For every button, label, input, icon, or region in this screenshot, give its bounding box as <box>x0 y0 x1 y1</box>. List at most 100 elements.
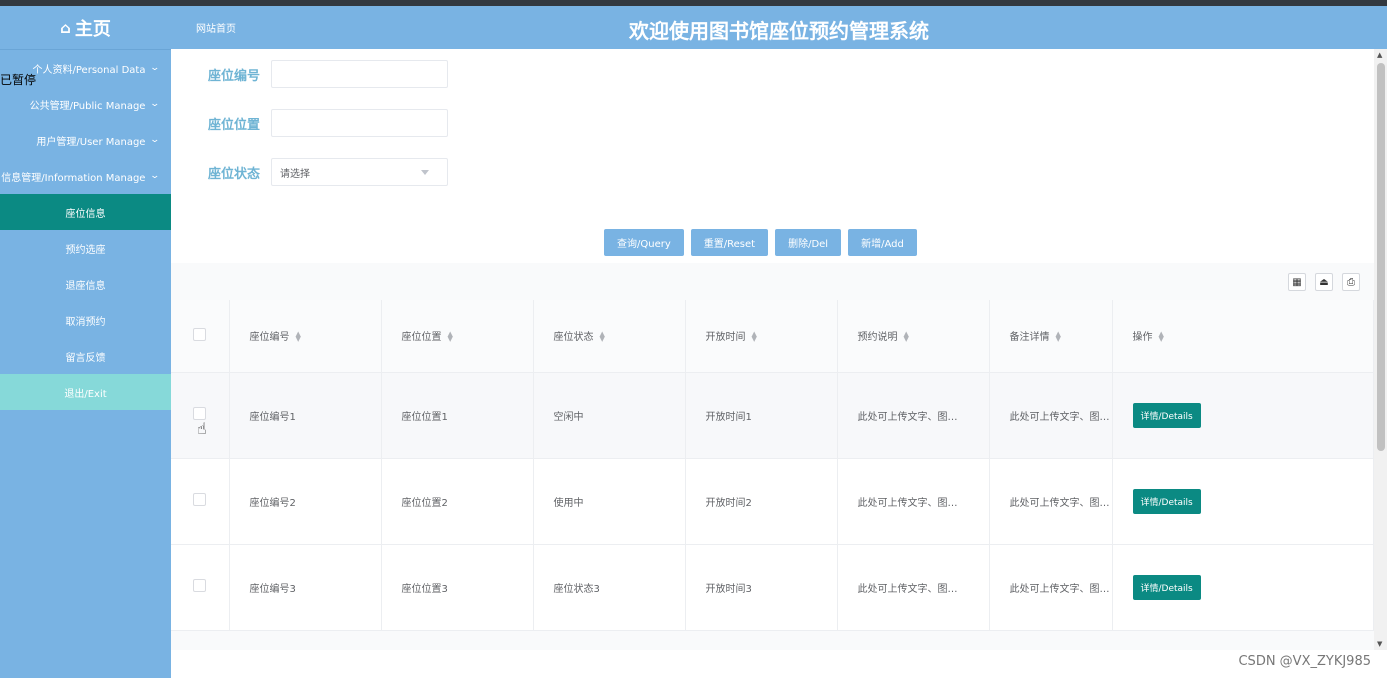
mouse-cursor-icon: ☝ <box>197 419 207 438</box>
row-checkbox[interactable] <box>193 493 206 506</box>
sidebar-item-reserve-seat[interactable]: 预约选座 <box>0 230 171 266</box>
vertical-scrollbar[interactable]: ▲ ▼ <box>1374 49 1387 650</box>
col-header-notes[interactable]: 备注详情 ▲ ▼ <box>989 300 1113 373</box>
select-all-checkbox[interactable] <box>193 327 206 341</box>
cell-ops: 详情/Details <box>1112 458 1374 545</box>
table-row[interactable]: 座位编号2 座位位置2 使用中 开放时间2 此处可上传文字、图… 此处可上传文字… <box>171 458 1374 545</box>
sidebar-home[interactable]: ⌂ 主页 <box>0 6 171 50</box>
sidebar-item-cancel-reservation[interactable]: 取消预约 <box>0 302 171 338</box>
seat-status-select[interactable]: 请选择 <box>271 158 448 186</box>
column-label: 座位位置 <box>401 332 442 344</box>
sidebar-item-exit[interactable]: 退出/Exit <box>0 374 171 410</box>
sort-icon[interactable]: ▲ ▼ <box>752 331 757 343</box>
cell-seat-status: 空闲中 <box>533 372 686 459</box>
sort-icon[interactable]: ▲ ▼ <box>296 331 301 343</box>
cell-seat-pos: 座位位置3 <box>381 544 534 631</box>
cell-open-time: 开放时间1 <box>685 372 838 459</box>
col-header-description[interactable]: 预约说明 ▲ ▼ <box>837 300 990 373</box>
query-button[interactable]: 查询/Query <box>604 229 684 256</box>
table-row[interactable]: 座位编号3 座位位置3 座位状态3 开放时间3 此处可上传文字、图… 此处可上传… <box>171 544 1374 631</box>
sort-icon[interactable]: ▲ ▼ <box>600 331 605 343</box>
details-button[interactable]: 详情/Details <box>1132 402 1201 428</box>
cell-seat-no: 座位编号3 <box>229 544 382 631</box>
reset-button[interactable]: 重置/Reset <box>690 229 769 256</box>
search-row-seat-status: 座位状态 请选择 <box>208 158 448 186</box>
menu-group-user[interactable]: 用户管理/User Manage ⌄ <box>0 122 171 158</box>
column-label: 预约说明 <box>857 332 898 344</box>
cell-description: 此处可上传文字、图… <box>837 544 990 631</box>
cell-notes: 此处可上传文字、图… <box>989 544 1113 631</box>
seat-no-label: 座位编号 <box>208 68 261 84</box>
chevron-down-icon: ⌄ <box>149 63 161 73</box>
cell-open-time: 开放时间3 <box>685 544 838 631</box>
scroll-thumb[interactable] <box>1377 63 1385 451</box>
col-header-ops[interactable]: 操作 ▲ ▼ <box>1112 300 1374 373</box>
sidebar-item-seat-info[interactable]: 座位信息 <box>0 194 171 230</box>
seat-table: 座位编号 ▲ ▼ 座位位置 ▲ ▼ 座位状态 ▲ ▼ 开放时间 ▲ ▼ 预约说明 ▲ ▼ 备注详情 ▲… <box>171 300 1374 631</box>
cell-description: 此处可上传文字、图… <box>837 372 990 459</box>
column-label: 座位状态 <box>553 332 594 344</box>
seat-status-value: 请选择 <box>280 168 310 180</box>
column-label: 座位编号 <box>249 332 290 344</box>
page-title: 欢迎使用图书馆座位预约管理系统 <box>629 19 929 43</box>
sidebar-item-return-seat[interactable]: 退座信息 <box>0 266 171 302</box>
seat-no-input[interactable] <box>271 60 448 88</box>
seat-status-label: 座位状态 <box>208 166 261 182</box>
sort-icon[interactable]: ▲ ▼ <box>1159 331 1164 343</box>
chevron-down-icon: ⌄ <box>149 171 161 181</box>
table-area: ▦ ⏏ ⎙ 座位编号 ▲ ▼ 座位位置 ▲ ▼ 座位状态 ▲ ▼ 开放时间 ▲ ▼ 预约说明 ▲ ▼… <box>171 263 1374 650</box>
cell-notes: 此处可上传文字、图… <box>989 372 1113 459</box>
table-row[interactable]: 座位编号1 座位位置1 空闲中 开放时间1 此处可上传文字、图… 此处可上传文字… <box>171 372 1374 459</box>
cell-open-time: 开放时间2 <box>685 458 838 545</box>
row-select-cell <box>171 544 230 631</box>
sort-icon[interactable]: ▲ ▼ <box>904 331 909 343</box>
delete-button[interactable]: 删除/Del <box>775 229 842 256</box>
columns-icon[interactable]: ▦ <box>1288 273 1306 291</box>
seat-pos-input[interactable] <box>271 109 448 137</box>
col-header-seat-status[interactable]: 座位状态 ▲ ▼ <box>533 300 686 373</box>
sort-icon[interactable]: ▲ ▼ <box>1056 331 1061 343</box>
action-bar: 查询/Query 重置/Reset 删除/Del 新增/Add <box>604 229 917 256</box>
print-icon[interactable]: ⎙ <box>1342 273 1360 291</box>
sidebar: ⌂ 主页 个人资料/Personal Data ⌄ 公共管理/Public Ma… <box>0 6 171 678</box>
sort-icon[interactable]: ▲ ▼ <box>448 331 453 343</box>
cell-ops: 详情/Details <box>1112 372 1374 459</box>
scroll-down-icon[interactable]: ▼ <box>1377 640 1382 648</box>
cell-ops: 详情/Details <box>1112 544 1374 631</box>
search-row-seat-no: 座位编号 <box>208 60 448 88</box>
row-checkbox[interactable] <box>193 579 206 592</box>
home-label: 主页 <box>74 18 111 40</box>
caret-down-icon <box>421 170 429 175</box>
table-toolbar: ▦ ⏏ ⎙ <box>1288 273 1360 291</box>
main-content: 座位编号 座位位置 座位状态 请选择 查询/Query 重置/Reset 删除/… <box>171 49 1374 650</box>
add-button[interactable]: 新增/Add <box>848 229 917 256</box>
menu-group-label: 个人资料/Personal Data <box>32 64 146 76</box>
menu-group-information[interactable]: 信息管理/Information Manage ⌄ <box>0 158 171 194</box>
scroll-up-icon[interactable]: ▲ <box>1377 51 1382 59</box>
watermark: CSDN @VX_ZYKJ985 <box>1238 654 1371 669</box>
sidebar-item-feedback[interactable]: 留言反馈 <box>0 338 171 374</box>
paused-overlay-text: 已暂停 <box>0 73 37 87</box>
cell-seat-no: 座位编号2 <box>229 458 382 545</box>
chevron-down-icon: ⌄ <box>149 99 161 109</box>
menu-group-label: 信息管理/Information Manage <box>1 172 146 184</box>
row-select-cell <box>171 458 230 545</box>
col-header-seat-no[interactable]: 座位编号 ▲ ▼ <box>229 300 382 373</box>
cell-seat-no: 座位编号1 <box>229 372 382 459</box>
footer-strip <box>171 650 1387 678</box>
cell-seat-status: 座位状态3 <box>533 544 686 631</box>
export-icon[interactable]: ⏏ <box>1315 273 1333 291</box>
chevron-down-icon: ⌄ <box>149 135 161 145</box>
search-row-seat-pos: 座位位置 <box>208 109 448 137</box>
cell-description: 此处可上传文字、图… <box>837 458 990 545</box>
cell-seat-status: 使用中 <box>533 458 686 545</box>
table-header-row: 座位编号 ▲ ▼ 座位位置 ▲ ▼ 座位状态 ▲ ▼ 开放时间 ▲ ▼ 预约说明 ▲ ▼ 备注详情 ▲… <box>171 300 1374 373</box>
details-button[interactable]: 详情/Details <box>1132 574 1201 600</box>
details-button[interactable]: 详情/Details <box>1132 488 1201 514</box>
home-icon: ⌂ <box>60 18 71 37</box>
menu-group-public[interactable]: 公共管理/Public Manage ⌄ <box>0 86 171 122</box>
cell-seat-pos: 座位位置1 <box>381 372 534 459</box>
column-label: 操作 <box>1132 332 1153 344</box>
col-header-open-time[interactable]: 开放时间 ▲ ▼ <box>685 300 838 373</box>
col-header-seat-pos[interactable]: 座位位置 ▲ ▼ <box>381 300 534 373</box>
